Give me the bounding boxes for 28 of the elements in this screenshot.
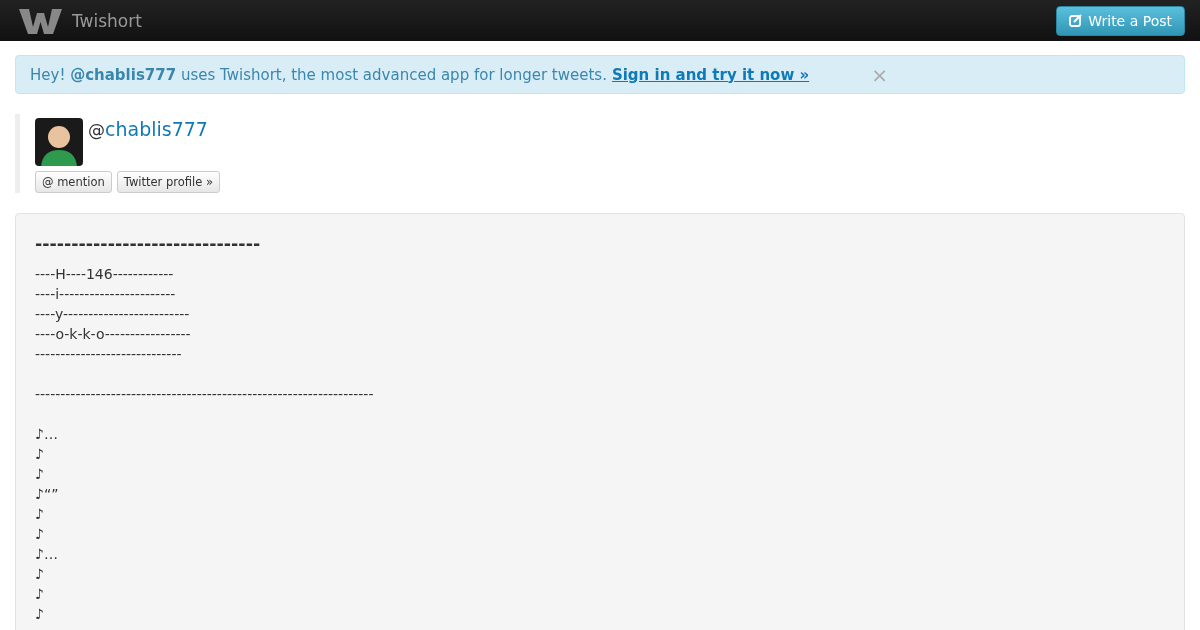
post-line: ♪… — [35, 545, 59, 564]
post-line: ♪ — [35, 605, 45, 624]
post-line: ----------------------------- — [35, 345, 183, 364]
post-heading: ------------------------------- — [35, 234, 262, 254]
post-line: ♪ — [35, 565, 45, 584]
mention-button[interactable]: @ mention — [35, 171, 112, 193]
post-line: ♪ — [35, 505, 45, 524]
post-line: ♪ — [35, 465, 45, 484]
edit-icon — [1069, 14, 1083, 27]
post-line: ----H----146------------ — [35, 265, 175, 284]
post-line: ----i----------------------- — [35, 285, 177, 304]
post-line: ----o-k-k-o----------------- — [35, 325, 192, 344]
avatar-icon — [35, 118, 83, 166]
profile-button[interactable]: Twitter profile » — [116, 171, 220, 193]
post-line: ----y------------------------- — [35, 305, 191, 324]
write-post-button[interactable]: Write a Post — [1056, 5, 1185, 36]
post-line: ------------------------------------------------------------------- — [35, 385, 375, 404]
banner-text: Hey! @chablis777 uses Twishort, the most advanced app for longer tweets. — [30, 65, 607, 84]
post-line: ♪“” — [35, 485, 60, 504]
username-link[interactable]: chablis777 — [105, 118, 208, 140]
post-line: ♪ — [35, 585, 45, 604]
at-sign: @ — [88, 120, 105, 140]
sign-in-link[interactable]: Sign in and try it now » — [611, 65, 810, 84]
logo-icon — [19, 6, 62, 35]
post-line: ♪ — [35, 445, 45, 464]
brand-name[interactable]: Twishort — [72, 10, 142, 31]
post-line: ♪ — [35, 525, 45, 544]
post-line: ♪… — [35, 425, 59, 444]
